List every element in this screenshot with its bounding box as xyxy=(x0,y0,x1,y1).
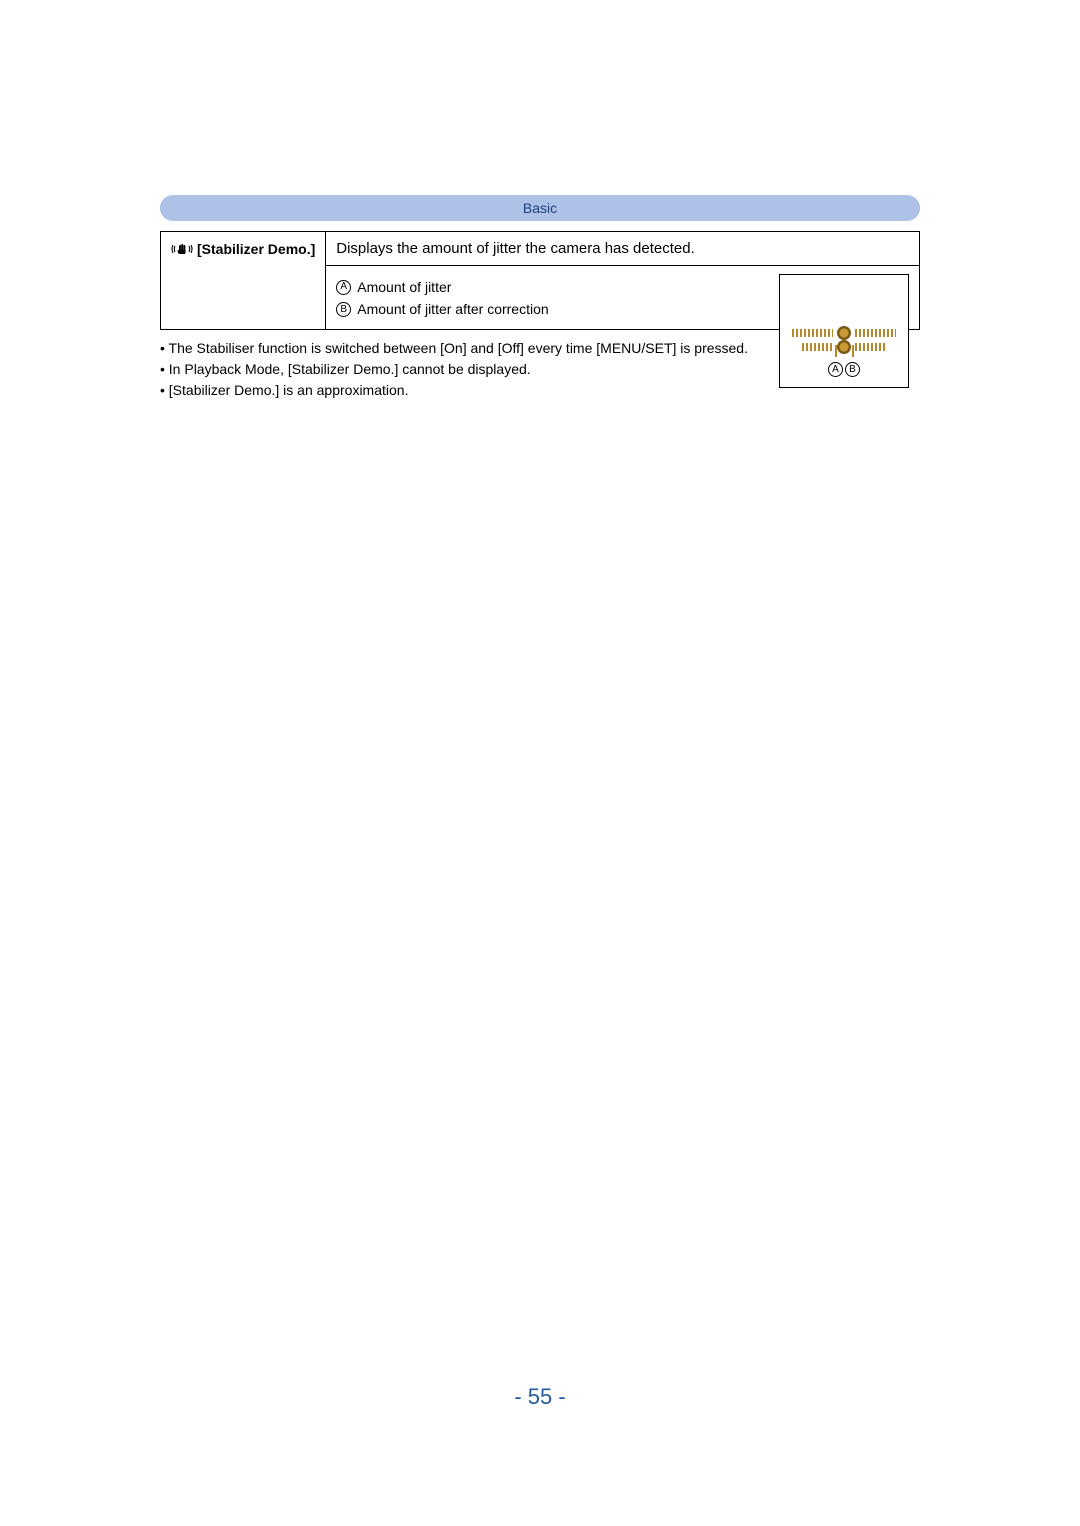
marker-line-a xyxy=(835,345,837,357)
jitter-bar-corrected xyxy=(802,343,886,351)
page-content: Basic xyxy=(160,195,920,401)
jitter-bar-raw xyxy=(792,329,896,337)
section-header-title: Basic xyxy=(523,200,557,216)
legend-mark-a: A xyxy=(336,280,351,295)
feature-body-cell: A Amount of jitter B Amount of jitter af… xyxy=(326,266,920,330)
page-number: - 55 - xyxy=(0,1384,1080,1410)
hand-lock-icon xyxy=(837,340,851,354)
feature-description-cell: Displays the amount of jitter the camera… xyxy=(326,232,920,266)
legend-text-b: Amount of jitter after correction xyxy=(357,298,548,320)
feature-label-text: [Stabilizer Demo.] xyxy=(197,241,315,257)
feature-label-cell: [Stabilizer Demo.] xyxy=(161,232,326,330)
hand-icon xyxy=(837,326,851,340)
feature-description: Displays the amount of jitter the camera… xyxy=(336,240,695,257)
section-header: Basic xyxy=(160,195,920,221)
legend-text-a: Amount of jitter xyxy=(357,276,451,298)
preview-illustration: A B xyxy=(779,274,909,388)
marker-label-b: B xyxy=(845,362,860,377)
feature-table: [Stabilizer Demo.] Displays the amount o… xyxy=(160,231,920,330)
legend-mark-b: B xyxy=(336,302,351,317)
marker-label-a: A xyxy=(828,362,843,377)
marker-line-b xyxy=(852,345,854,357)
stabilizer-hand-icon xyxy=(171,240,193,258)
